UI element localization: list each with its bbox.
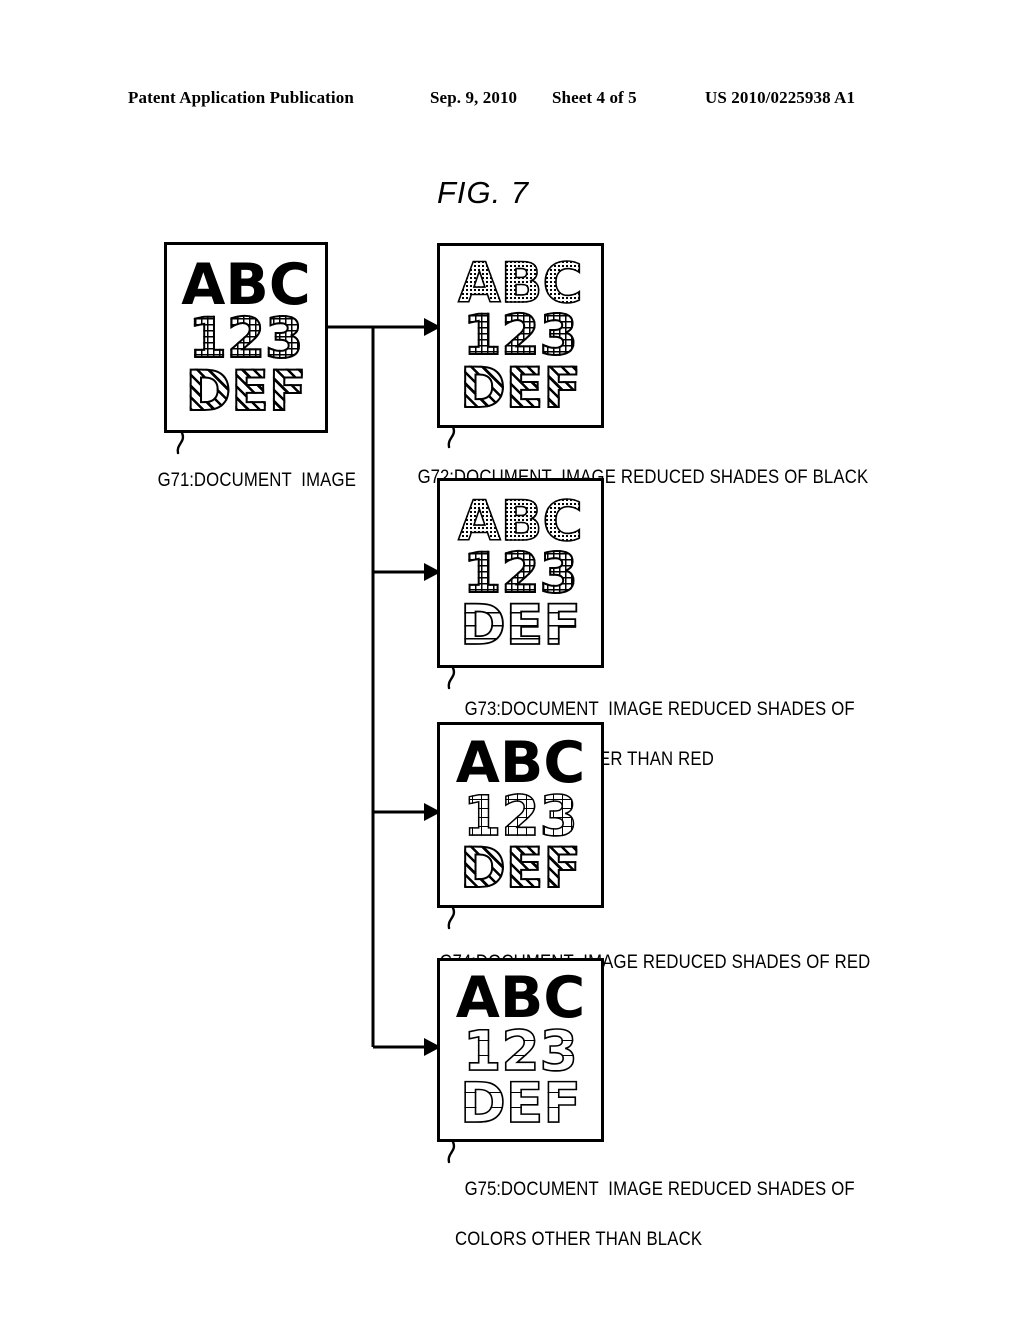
caption-ref-g71: G71: [157, 470, 194, 492]
leader-line-g75 [447, 1140, 456, 1164]
figure-title: FIG. 7 [437, 175, 530, 210]
glyph-row-abc: ABC [455, 729, 586, 796]
glyph-row-abc: ABC [457, 488, 583, 553]
leader-line-g73 [447, 666, 456, 690]
document-image-g74: ABC 123 DEF [437, 722, 604, 908]
header-publication-label: Patent Application Publication [128, 88, 354, 107]
caption-text-g71: DOCUMENT IMAGE [193, 470, 357, 492]
glyph-row-123: 123 [462, 540, 579, 605]
document-image-g75: ABC 123 DEF [437, 958, 604, 1142]
glyph-row-123: 123 [188, 306, 305, 371]
caption-g75: G75:DOCUMENT IMAGE REDUCED SHADES OF COL… [455, 1152, 855, 1277]
glyph-row-123: 123 [462, 303, 579, 368]
document-image-g73: ABC 123 DEF [437, 478, 604, 668]
patent-header: Patent Application Publication Sep. 9, 2… [0, 88, 1024, 114]
glyph-row-def: DEF [459, 1071, 581, 1136]
header-sheet-label: Sheet 4 of 5 [552, 88, 637, 107]
caption-text-g73: DOCUMENT IMAGE REDUCED SHADES OF [500, 699, 855, 721]
header-date-label: Sep. 9, 2010 [430, 88, 518, 107]
glyph-row-def: DEF [459, 836, 582, 901]
caption-text-g75-line2: COLORS OTHER THAN BLACK [455, 1229, 703, 1251]
document-image-g71: ABC 123 DEF [164, 242, 328, 433]
caption-ref-g75: G75: [464, 1179, 501, 1201]
header-patent-number: US 2010/0225938 A1 [705, 88, 856, 107]
glyph-row-abc: ABC [455, 964, 586, 1031]
glyph-row-123: 123 [462, 783, 578, 848]
caption-text-g75: DOCUMENT IMAGE REDUCED SHADES OF [500, 1179, 855, 1201]
glyph-row-abc: ABC [457, 251, 583, 316]
glyph-row-def: DEF [185, 358, 308, 423]
glyph-row-def: DEF [459, 355, 582, 420]
glyph-row-abc: ABC [181, 252, 311, 319]
caption-g71: G71:DOCUMENT IMAGE [148, 443, 356, 493]
caption-ref-g73: G73: [464, 699, 501, 721]
document-image-g72: ABC 123 DEF [437, 243, 604, 428]
glyph-row-def: DEF [459, 593, 582, 658]
glyph-row-123: 123 [462, 1018, 578, 1083]
